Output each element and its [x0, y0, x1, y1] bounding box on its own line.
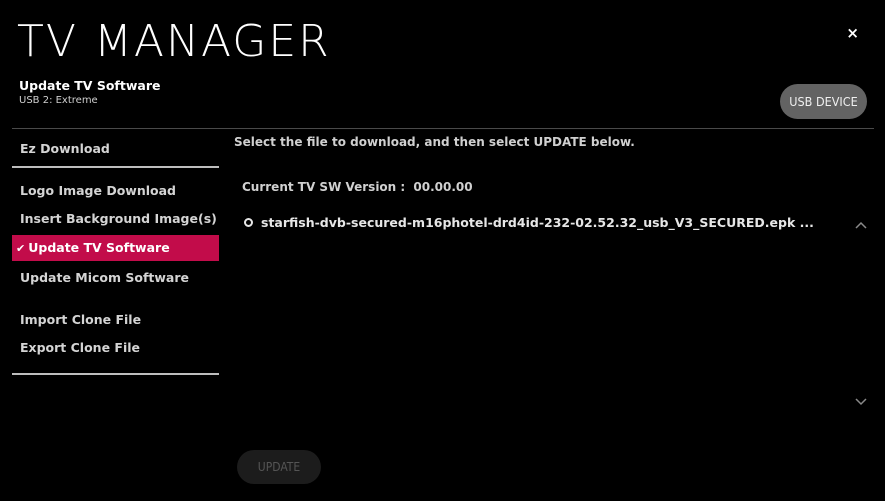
sidebar-divider — [12, 166, 219, 168]
usb-device-button[interactable]: USB DEVICE — [780, 84, 867, 119]
sidebar-item-label: Insert Background Image(s) — [20, 211, 217, 226]
header-divider — [12, 128, 874, 129]
sidebar-item-update-micom-software[interactable]: Update Micom Software — [20, 265, 189, 291]
sidebar-divider — [12, 373, 219, 375]
sidebar-item-import-clone-file[interactable]: Import Clone File — [20, 307, 141, 333]
sidebar-item-label: Update Micom Software — [20, 270, 190, 285]
page-subtitle: Update TV Software — [19, 78, 161, 93]
sidebar-item-export-clone-file[interactable]: Export Clone File — [20, 335, 140, 361]
file-list-item[interactable]: starfish-dvb-secured-m16photel-drd4id-23… — [244, 215, 814, 230]
instruction-text: Select the file to download, and then se… — [234, 135, 635, 149]
sidebar-item-label: Export Clone File — [20, 340, 140, 355]
update-button[interactable]: UPDATE — [237, 450, 321, 484]
version-label: Current TV SW Version : — [242, 180, 406, 194]
sidebar-item-update-tv-software[interactable]: ✔ Update TV Software — [12, 235, 219, 261]
file-name: starfish-dvb-secured-m16photel-drd4id-23… — [261, 215, 814, 230]
sidebar-item-label: Update TV Software — [28, 240, 170, 255]
version-row: Current TV SW Version : 00.00.00 — [242, 180, 473, 194]
radio-icon[interactable] — [244, 218, 253, 227]
sidebar-item-label: Ez Download — [20, 141, 110, 156]
device-label: USB 2: Extreme — [19, 95, 98, 106]
sidebar-item-logo-image-download[interactable]: Logo Image Download — [20, 178, 176, 204]
sidebar-item-ez-download[interactable]: Ez Download — [20, 136, 110, 162]
close-icon[interactable]: × — [846, 24, 859, 42]
version-value: 00.00.00 — [413, 180, 473, 194]
sidebar-item-insert-background-images[interactable]: Insert Background Image(s) — [20, 206, 217, 232]
check-icon: ✔ — [16, 242, 26, 255]
page-title: TV MANAGER — [17, 16, 331, 67]
chevron-up-icon[interactable] — [855, 220, 867, 232]
chevron-down-icon[interactable] — [855, 395, 867, 407]
sidebar-item-label: Logo Image Download — [20, 183, 176, 198]
sidebar-item-label: Import Clone File — [20, 312, 142, 327]
